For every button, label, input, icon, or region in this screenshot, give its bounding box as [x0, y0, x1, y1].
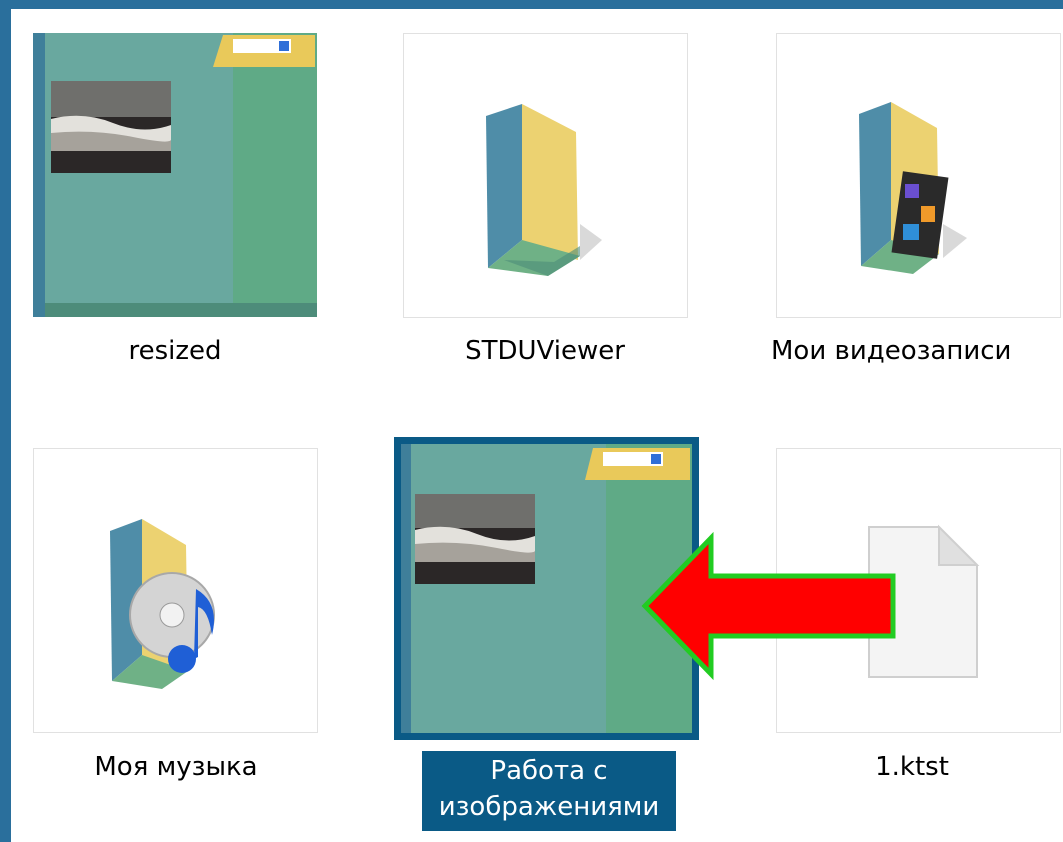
- video-folder-icon: [859, 102, 967, 274]
- file-label: STDUViewer: [465, 336, 625, 366]
- file-label: Моя музыка: [94, 752, 258, 782]
- file-label: resized: [128, 336, 222, 366]
- file-label: Мои видеозаписи: [771, 336, 1012, 366]
- music-folder-icon: [110, 519, 215, 689]
- thumbnail-frame: [403, 33, 688, 318]
- red-arrow-icon: [641, 531, 896, 681]
- folder-icon: [486, 104, 602, 276]
- file-label-selected: Работа с изображениями: [422, 751, 676, 831]
- file-label: 1.ktst: [875, 752, 949, 782]
- thumbnail-frame: [33, 33, 317, 317]
- file-view-pane: resized STDUViewer Мои видеозаписи Моя м…: [11, 9, 1063, 842]
- label-line-2: изображениями: [438, 792, 660, 822]
- label-line-1: Работа с: [490, 756, 608, 786]
- folder-preview-icon: [33, 33, 317, 317]
- thumbnail-frame: [776, 33, 1061, 318]
- thumbnail-frame: [33, 448, 318, 733]
